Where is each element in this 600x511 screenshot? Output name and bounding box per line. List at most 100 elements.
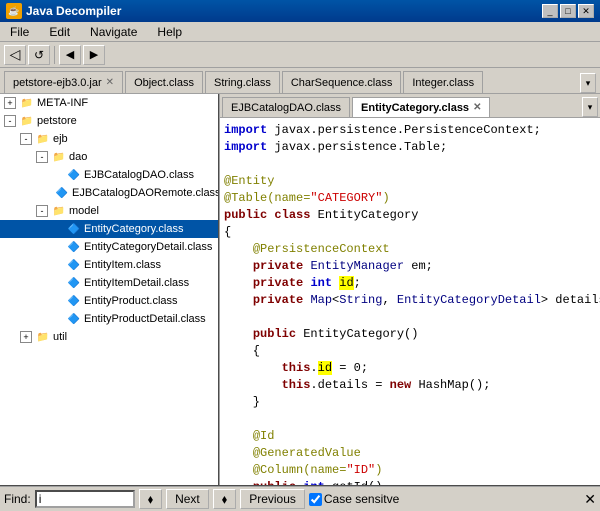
code-line-4: @Entity [220,173,600,190]
tree-item-ejb[interactable]: - 📁 ejb [0,130,218,148]
tree-item-entitycategory[interactable]: 🔷 EntityCategory.class [0,220,218,238]
tree-item-entityproduct[interactable]: 🔷 EntityProduct.class [0,292,218,310]
class-icon-entityproduct: 🔷 [66,293,82,309]
code-line-20: @GeneratedValue [220,445,600,462]
code-tab-ejbcatalogdao-label: EJBCatalogDAO.class [231,102,341,114]
case-sensitive-checkbox[interactable]: Case sensitve [309,492,399,506]
toolbar-separator [54,46,55,64]
file-tab-integer[interactable]: Integer.class [403,71,483,93]
app-icon: ☕ [6,3,22,19]
tree-label-dao: dao [69,151,87,163]
file-tab-string-label: String.class [214,77,271,89]
menu-navigate[interactable]: Navigate [84,24,143,40]
tab-dropdown-button[interactable]: ▾ [580,73,596,93]
tree-label-entitycategory: EntityCategory.class [84,223,183,235]
expand-model[interactable]: - [36,205,48,217]
expand-ejb[interactable]: - [20,133,32,145]
refresh-button[interactable]: ↺ [28,45,50,65]
code-line-9: private EntityManager em; [220,258,600,275]
code-content[interactable]: import javax.persistence.PersistenceCont… [220,118,600,485]
code-tab-entitycategory-close[interactable]: ✕ [473,102,481,113]
toolbar: ◁ ↺ ◀ ▶ [0,42,600,68]
file-tab-jar[interactable]: petstore-ejb3.0.jar ✕ [4,71,123,93]
file-tab-object-label: Object.class [134,77,194,89]
title-bar-controls: _ □ ✕ [542,4,594,18]
find-prev-arrow-button[interactable]: ⬧ [139,489,162,509]
code-line-5: @Table(name="CATEGORY") [220,190,600,207]
file-tab-object[interactable]: Object.class [125,71,203,93]
expand-petstore[interactable]: - [4,115,16,127]
close-button[interactable]: ✕ [578,4,594,18]
find-prev-arrow2-button[interactable]: ⬧ [213,489,236,509]
expand-dao[interactable]: - [36,151,48,163]
nav-back-button[interactable]: ◀ [59,45,81,65]
tree-label-entitycategorydetail: EntityCategoryDetail.class [84,241,212,253]
case-sensitive-label: Case sensitve [324,492,399,506]
minimize-button[interactable]: _ [542,4,558,18]
tree-label-entityproductdetail: EntityProductDetail.class [84,313,206,325]
code-line-17: } [220,394,600,411]
find-next-button[interactable]: Next [166,489,209,509]
code-tab-entitycategory[interactable]: EntityCategory.class ✕ [352,97,490,117]
file-tab-string[interactable]: String.class [205,71,280,93]
tree-item-entityproductdetail[interactable]: 🔷 EntityProductDetail.class [0,310,218,328]
tree-item-entityitem[interactable]: 🔷 EntityItem.class [0,256,218,274]
folder-icon-util: 📁 [35,329,51,345]
tree-item-model[interactable]: - 📁 model [0,202,218,220]
menu-file[interactable]: File [4,24,35,40]
menu-edit[interactable]: Edit [43,24,76,40]
code-line-7: { [220,224,600,241]
tree-label-petstore: petstore [37,115,77,127]
code-line-21: @Column(name="ID") [220,462,600,479]
code-line-13: public EntityCategory() [220,326,600,343]
main-layout: + 📁 META-INF - 📁 petstore - 📁 ejb - 📁 da… [0,94,600,485]
nav-forward-button[interactable]: ▶ [83,45,105,65]
find-input[interactable] [35,490,135,508]
file-tab-integer-label: Integer.class [412,77,474,89]
code-line-16: this.details = new HashMap(); [220,377,600,394]
class-icon-entityitem: 🔷 [66,257,82,273]
maximize-button[interactable]: □ [560,4,576,18]
code-line-22: public int getId() [220,479,600,485]
class-icon-ejbcatalogdaoremote: 🔷 [54,185,70,201]
code-line-12 [220,309,600,326]
tree-label-entityproduct: EntityProduct.class [84,295,178,307]
menu-help[interactable]: Help [151,24,188,40]
expand-metainf[interactable]: + [4,97,16,109]
tree-item-ejbcatalogdaoremote[interactable]: 🔷 EJBCatalogDAORemote.class [0,184,218,202]
file-tab-charsequence[interactable]: CharSequence.class [282,71,402,93]
tree-item-petstore[interactable]: - 📁 petstore [0,112,218,130]
back-button[interactable]: ◁ [4,45,26,65]
tree-label-model: model [69,205,99,217]
find-prev-button[interactable]: Previous [240,489,305,509]
class-icon-entitycategorydetail: 🔷 [66,239,82,255]
find-close-button[interactable]: ✕ [584,491,596,508]
tree-item-util[interactable]: + 📁 util [0,328,218,346]
expand-util[interactable]: + [20,331,32,343]
find-bar: Find: ⬧ Next ⬧ Previous Case sensitve ✕ [0,485,600,511]
code-tab-ejbcatalogdao[interactable]: EJBCatalogDAO.class [222,97,350,117]
code-line-8: @PersistenceContext [220,241,600,258]
tree-panel: + 📁 META-INF - 📁 petstore - 📁 ejb - 📁 da… [0,94,220,485]
tree-item-metainf[interactable]: + 📁 META-INF [0,94,218,112]
menu-bar: File Edit Navigate Help [0,22,600,42]
file-tab-charsequence-label: CharSequence.class [291,77,393,89]
code-line-3 [220,156,600,173]
code-line-19: @Id [220,428,600,445]
code-line-1: import javax.persistence.PersistenceCont… [220,122,600,139]
tree-label-ejb: ejb [53,133,68,145]
tree-item-dao[interactable]: - 📁 dao [0,148,218,166]
file-tab-jar-label: petstore-ejb3.0.jar [13,77,102,89]
code-tab-entitycategory-label: EntityCategory.class [361,102,469,114]
tree-item-entityitemdetail[interactable]: 🔷 EntityItemDetail.class [0,274,218,292]
class-icon-entityproductdetail: 🔷 [66,311,82,327]
find-next-label: Next [175,492,200,506]
case-sensitive-input[interactable] [309,493,322,506]
find-label: Find: [4,492,31,506]
class-icon-entityitemdetail: 🔷 [66,275,82,291]
tree-item-entitycategorydetail[interactable]: 🔷 EntityCategoryDetail.class [0,238,218,256]
folder-icon-ejb: 📁 [35,131,51,147]
tree-item-ejbcatalogdao[interactable]: 🔷 EJBCatalogDAO.class [0,166,218,184]
file-tab-jar-close[interactable]: ✕ [106,77,114,88]
code-tab-dropdown[interactable]: ▾ [582,97,598,117]
